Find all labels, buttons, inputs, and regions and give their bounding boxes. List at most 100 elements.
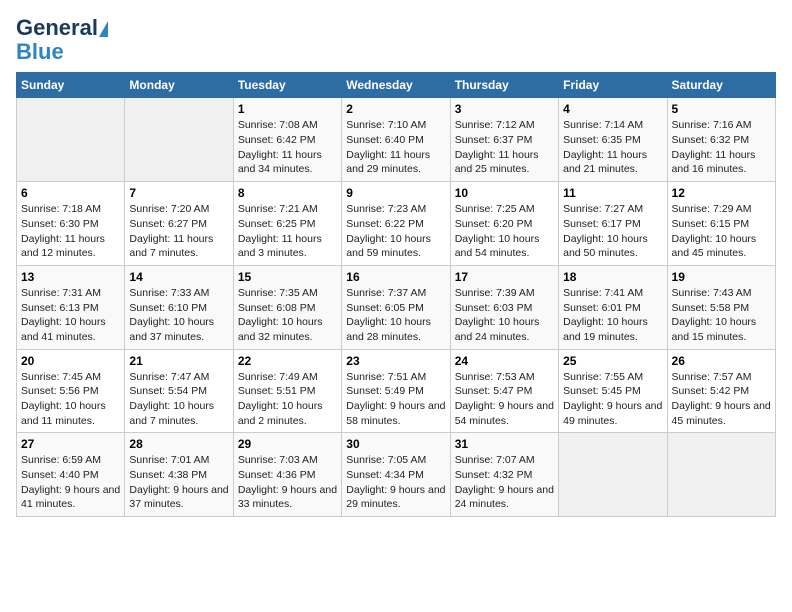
calendar-cell: 2 Sunrise: 7:10 AMSunset: 6:40 PMDayligh… — [342, 98, 450, 182]
day-number: 16 — [346, 270, 445, 284]
day-number: 26 — [672, 354, 771, 368]
day-number: 1 — [238, 102, 337, 116]
calendar-week-row: 1 Sunrise: 7:08 AMSunset: 6:42 PMDayligh… — [17, 98, 776, 182]
day-info: Sunrise: 7:29 AMSunset: 6:15 PMDaylight:… — [672, 203, 757, 259]
calendar-week-row: 13 Sunrise: 7:31 AMSunset: 6:13 PMDaylig… — [17, 265, 776, 349]
day-info: Sunrise: 7:20 AMSunset: 6:27 PMDaylight:… — [129, 203, 213, 259]
calendar-cell: 23 Sunrise: 7:51 AMSunset: 5:49 PMDaylig… — [342, 349, 450, 433]
calendar-cell: 15 Sunrise: 7:35 AMSunset: 6:08 PMDaylig… — [233, 265, 341, 349]
day-info: Sunrise: 7:08 AMSunset: 6:42 PMDaylight:… — [238, 119, 322, 175]
day-number: 21 — [129, 354, 228, 368]
day-info: Sunrise: 7:35 AMSunset: 6:08 PMDaylight:… — [238, 287, 323, 343]
day-info: Sunrise: 7:47 AMSunset: 5:54 PMDaylight:… — [129, 371, 214, 427]
weekday-header-row: SundayMondayTuesdayWednesdayThursdayFrid… — [17, 73, 776, 98]
calendar-cell: 17 Sunrise: 7:39 AMSunset: 6:03 PMDaylig… — [450, 265, 558, 349]
day-number: 13 — [21, 270, 120, 284]
day-number: 2 — [346, 102, 445, 116]
day-info: Sunrise: 6:59 AMSunset: 4:40 PMDaylight:… — [21, 454, 120, 510]
calendar-cell: 18 Sunrise: 7:41 AMSunset: 6:01 PMDaylig… — [559, 265, 667, 349]
calendar-cell: 24 Sunrise: 7:53 AMSunset: 5:47 PMDaylig… — [450, 349, 558, 433]
day-info: Sunrise: 7:41 AMSunset: 6:01 PMDaylight:… — [563, 287, 648, 343]
day-number: 22 — [238, 354, 337, 368]
day-number: 4 — [563, 102, 662, 116]
page-header: General Blue — [16, 16, 776, 64]
day-info: Sunrise: 7:51 AMSunset: 5:49 PMDaylight:… — [346, 371, 445, 427]
weekday-header-sunday: Sunday — [17, 73, 125, 98]
logo-blue-text: Blue — [16, 40, 64, 64]
calendar-cell: 21 Sunrise: 7:47 AMSunset: 5:54 PMDaylig… — [125, 349, 233, 433]
day-info: Sunrise: 7:23 AMSunset: 6:22 PMDaylight:… — [346, 203, 431, 259]
calendar-cell: 8 Sunrise: 7:21 AMSunset: 6:25 PMDayligh… — [233, 182, 341, 266]
calendar-week-row: 27 Sunrise: 6:59 AMSunset: 4:40 PMDaylig… — [17, 433, 776, 517]
day-info: Sunrise: 7:27 AMSunset: 6:17 PMDaylight:… — [563, 203, 648, 259]
day-number: 5 — [672, 102, 771, 116]
day-info: Sunrise: 7:25 AMSunset: 6:20 PMDaylight:… — [455, 203, 540, 259]
day-info: Sunrise: 7:39 AMSunset: 6:03 PMDaylight:… — [455, 287, 540, 343]
day-number: 19 — [672, 270, 771, 284]
calendar-cell: 20 Sunrise: 7:45 AMSunset: 5:56 PMDaylig… — [17, 349, 125, 433]
weekday-header-monday: Monday — [125, 73, 233, 98]
weekday-header-wednesday: Wednesday — [342, 73, 450, 98]
calendar-cell: 13 Sunrise: 7:31 AMSunset: 6:13 PMDaylig… — [17, 265, 125, 349]
calendar-cell: 5 Sunrise: 7:16 AMSunset: 6:32 PMDayligh… — [667, 98, 775, 182]
weekday-header-thursday: Thursday — [450, 73, 558, 98]
day-info: Sunrise: 7:03 AMSunset: 4:36 PMDaylight:… — [238, 454, 337, 510]
day-number: 6 — [21, 186, 120, 200]
day-number: 31 — [455, 437, 554, 451]
day-info: Sunrise: 7:21 AMSunset: 6:25 PMDaylight:… — [238, 203, 322, 259]
calendar-cell: 30 Sunrise: 7:05 AMSunset: 4:34 PMDaylig… — [342, 433, 450, 517]
calendar-cell: 28 Sunrise: 7:01 AMSunset: 4:38 PMDaylig… — [125, 433, 233, 517]
calendar-body: 1 Sunrise: 7:08 AMSunset: 6:42 PMDayligh… — [17, 98, 776, 517]
calendar-cell: 27 Sunrise: 6:59 AMSunset: 4:40 PMDaylig… — [17, 433, 125, 517]
calendar-cell: 19 Sunrise: 7:43 AMSunset: 5:58 PMDaylig… — [667, 265, 775, 349]
day-number: 10 — [455, 186, 554, 200]
calendar-cell — [559, 433, 667, 517]
day-number: 27 — [21, 437, 120, 451]
day-number: 15 — [238, 270, 337, 284]
day-info: Sunrise: 7:16 AMSunset: 6:32 PMDaylight:… — [672, 119, 756, 175]
calendar-cell: 12 Sunrise: 7:29 AMSunset: 6:15 PMDaylig… — [667, 182, 775, 266]
day-number: 28 — [129, 437, 228, 451]
calendar-cell: 22 Sunrise: 7:49 AMSunset: 5:51 PMDaylig… — [233, 349, 341, 433]
day-number: 20 — [21, 354, 120, 368]
day-info: Sunrise: 7:53 AMSunset: 5:47 PMDaylight:… — [455, 371, 554, 427]
day-info: Sunrise: 7:57 AMSunset: 5:42 PMDaylight:… — [672, 371, 771, 427]
calendar-cell — [125, 98, 233, 182]
calendar-cell: 6 Sunrise: 7:18 AMSunset: 6:30 PMDayligh… — [17, 182, 125, 266]
calendar-cell: 25 Sunrise: 7:55 AMSunset: 5:45 PMDaylig… — [559, 349, 667, 433]
logo: General Blue — [16, 16, 108, 64]
calendar-week-row: 20 Sunrise: 7:45 AMSunset: 5:56 PMDaylig… — [17, 349, 776, 433]
calendar-week-row: 6 Sunrise: 7:18 AMSunset: 6:30 PMDayligh… — [17, 182, 776, 266]
calendar-cell: 26 Sunrise: 7:57 AMSunset: 5:42 PMDaylig… — [667, 349, 775, 433]
day-number: 17 — [455, 270, 554, 284]
calendar-cell: 11 Sunrise: 7:27 AMSunset: 6:17 PMDaylig… — [559, 182, 667, 266]
day-info: Sunrise: 7:05 AMSunset: 4:34 PMDaylight:… — [346, 454, 445, 510]
day-number: 25 — [563, 354, 662, 368]
day-number: 29 — [238, 437, 337, 451]
day-number: 23 — [346, 354, 445, 368]
calendar-cell: 9 Sunrise: 7:23 AMSunset: 6:22 PMDayligh… — [342, 182, 450, 266]
day-info: Sunrise: 7:33 AMSunset: 6:10 PMDaylight:… — [129, 287, 214, 343]
day-info: Sunrise: 7:12 AMSunset: 6:37 PMDaylight:… — [455, 119, 539, 175]
weekday-header-friday: Friday — [559, 73, 667, 98]
day-info: Sunrise: 7:37 AMSunset: 6:05 PMDaylight:… — [346, 287, 431, 343]
calendar-cell: 10 Sunrise: 7:25 AMSunset: 6:20 PMDaylig… — [450, 182, 558, 266]
calendar-cell: 29 Sunrise: 7:03 AMSunset: 4:36 PMDaylig… — [233, 433, 341, 517]
day-number: 8 — [238, 186, 337, 200]
day-number: 24 — [455, 354, 554, 368]
calendar-cell: 7 Sunrise: 7:20 AMSunset: 6:27 PMDayligh… — [125, 182, 233, 266]
weekday-header-saturday: Saturday — [667, 73, 775, 98]
calendar-cell: 31 Sunrise: 7:07 AMSunset: 4:32 PMDaylig… — [450, 433, 558, 517]
weekday-header-tuesday: Tuesday — [233, 73, 341, 98]
day-number: 7 — [129, 186, 228, 200]
calendar-table: SundayMondayTuesdayWednesdayThursdayFrid… — [16, 72, 776, 517]
day-info: Sunrise: 7:14 AMSunset: 6:35 PMDaylight:… — [563, 119, 647, 175]
calendar-cell: 1 Sunrise: 7:08 AMSunset: 6:42 PMDayligh… — [233, 98, 341, 182]
day-number: 18 — [563, 270, 662, 284]
day-info: Sunrise: 7:18 AMSunset: 6:30 PMDaylight:… — [21, 203, 105, 259]
calendar-cell: 3 Sunrise: 7:12 AMSunset: 6:37 PMDayligh… — [450, 98, 558, 182]
day-info: Sunrise: 7:10 AMSunset: 6:40 PMDaylight:… — [346, 119, 430, 175]
day-info: Sunrise: 7:31 AMSunset: 6:13 PMDaylight:… — [21, 287, 106, 343]
calendar-cell: 14 Sunrise: 7:33 AMSunset: 6:10 PMDaylig… — [125, 265, 233, 349]
calendar-cell — [17, 98, 125, 182]
